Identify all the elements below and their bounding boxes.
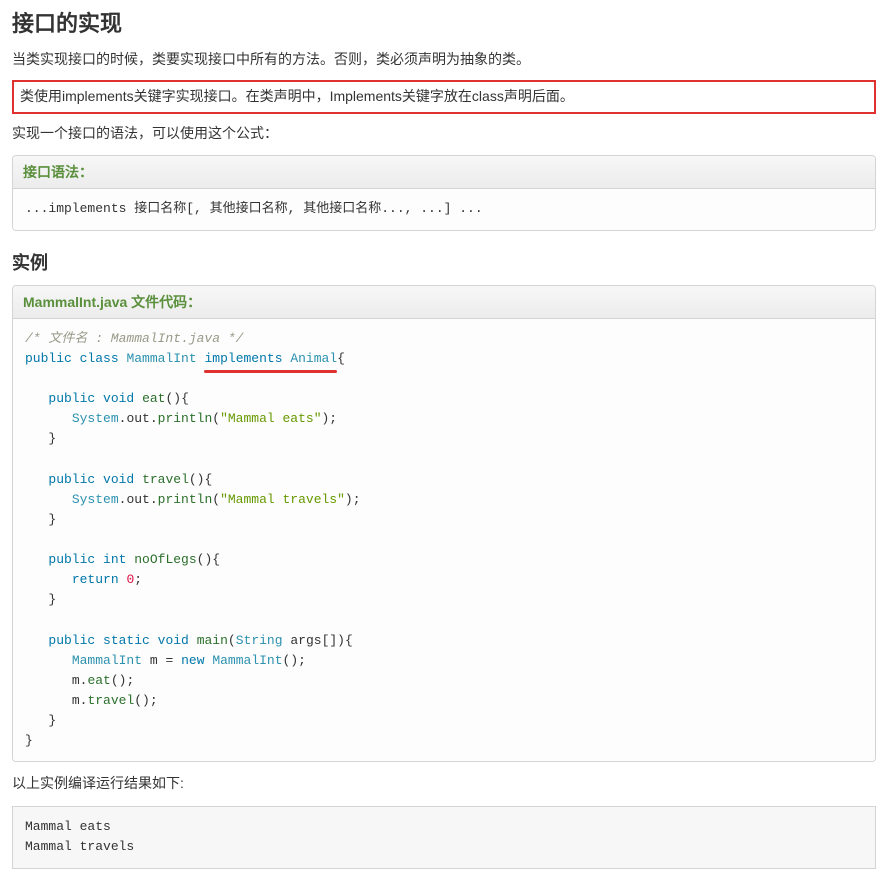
kw-class: class [80, 351, 119, 366]
code-comment: /* 文件名 : MammalInt.java */ [25, 331, 243, 346]
paragraph-syntax-lead: 实现一个接口的语法，可以使用这个公式： [12, 122, 876, 146]
result-label: 以上实例编译运行结果如下: [12, 772, 876, 796]
kw-void: void [103, 391, 134, 406]
example-heading: 实例 [12, 249, 876, 275]
kw-void: void [158, 633, 189, 648]
fn-eat: eat [87, 673, 110, 688]
str-travels: "Mammal travels" [220, 492, 345, 507]
fn-println: println [158, 492, 213, 507]
cls-string: String [236, 633, 283, 648]
output-line-1: Mammal eats [25, 819, 111, 834]
cls-mammalint: MammalInt [212, 653, 282, 668]
syntax-code-title: 接口语法： [13, 156, 875, 189]
tok-out: out [126, 411, 149, 426]
kw-public: public [48, 391, 95, 406]
output-block: Mammal eats Mammal travels [12, 806, 876, 868]
tok-m: m [150, 653, 158, 668]
fn-println: println [158, 411, 213, 426]
highlighted-note: 类使用implements关键字实现接口。在类声明中，Implements关键字… [12, 80, 876, 114]
kw-static: static [103, 633, 150, 648]
fn-eat: eat [142, 391, 165, 406]
kw-public: public [48, 633, 95, 648]
tok-args: args [290, 633, 321, 648]
cls-system: System [72, 492, 119, 507]
syntax-code-block: 接口语法： ...implements 接口名称[, 其他接口名称, 其他接口名… [12, 155, 876, 230]
syntax-code-body: ...implements 接口名称[, 其他接口名称, 其他接口名称..., … [13, 189, 875, 229]
kw-new: new [181, 653, 204, 668]
kw-implements: implements [204, 351, 282, 366]
paragraph-intro: 当类实现接口的时候，类要实现接口中所有的方法。否则，类必须声明为抽象的类。 [12, 48, 876, 72]
tok-m: m [72, 693, 80, 708]
syntax-line: ...implements 接口名称[, 其他接口名称, 其他接口名称..., … [25, 201, 483, 216]
example-code-title: MammalInt.java 文件代码： [13, 286, 875, 319]
cls-animal: Animal [290, 351, 337, 366]
tok-out: out [126, 492, 149, 507]
fn-travel: travel [87, 693, 134, 708]
example-code-body: /* 文件名 : MammalInt.java */ public class … [13, 319, 875, 762]
kw-int: int [103, 552, 126, 567]
example-code-block: MammalInt.java 文件代码： /* 文件名 : MammalInt.… [12, 285, 876, 763]
kw-public: public [48, 472, 95, 487]
cls-mammalint: MammalInt [72, 653, 142, 668]
kw-return: return [72, 572, 119, 587]
kw-void: void [103, 472, 134, 487]
cls-system: System [72, 411, 119, 426]
str-eats: "Mammal eats" [220, 411, 321, 426]
tok-m: m [72, 673, 80, 688]
output-line-2: Mammal travels [25, 839, 134, 854]
cls-mammalint: MammalInt [126, 351, 196, 366]
fn-main: main [197, 633, 228, 648]
section-heading: 接口的实现 [12, 6, 876, 38]
fn-nooflegs: noOfLegs [134, 552, 196, 567]
kw-public: public [25, 351, 72, 366]
kw-public: public [48, 552, 95, 567]
fn-travel: travel [142, 472, 189, 487]
